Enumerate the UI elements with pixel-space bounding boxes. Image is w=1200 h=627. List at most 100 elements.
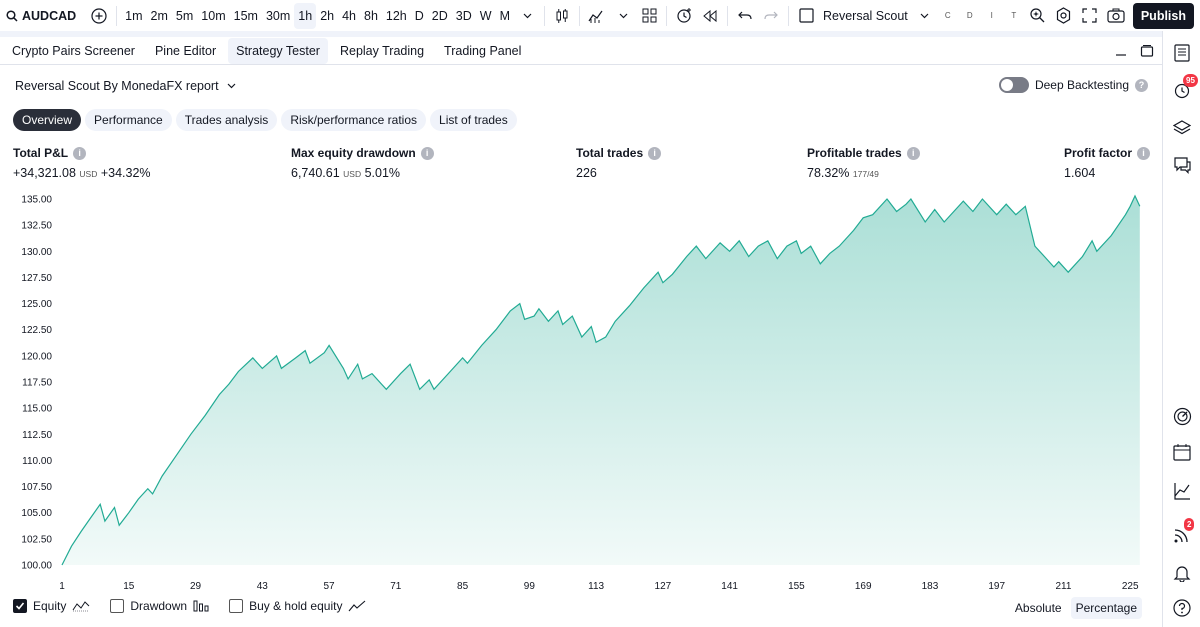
tab-crypto-pairs-screener[interactable]: Crypto Pairs Screener (4, 38, 143, 64)
interval-12h[interactable]: 12h (382, 3, 411, 29)
legend-buy-hold[interactable]: Buy & hold equity (229, 599, 366, 613)
interval-1m[interactable]: 1m (121, 3, 146, 29)
alert-button[interactable] (671, 3, 697, 29)
buy-hold-checkbox[interactable] (229, 599, 244, 613)
interval-dropdown[interactable] (514, 3, 540, 29)
indicator-name-dropdown[interactable] (912, 3, 938, 29)
equity-checkbox[interactable] (13, 599, 27, 613)
redo-button[interactable] (758, 3, 784, 29)
metric-pct: 5.01% (364, 166, 401, 180)
interval-10m[interactable]: 10m (197, 3, 229, 29)
indicators-button[interactable] (584, 3, 610, 29)
subtab-overview[interactable]: Overview (13, 109, 82, 131)
metric-total-trades: Total trades i 226 (576, 146, 662, 180)
alerts-button[interactable]: 95 (1171, 74, 1198, 101)
interval-2m[interactable]: 2m (147, 3, 172, 29)
info-icon[interactable]: i (420, 146, 434, 160)
tab-trading-panel[interactable]: Trading Panel (436, 38, 529, 64)
interval-4h[interactable]: 4h (338, 3, 360, 29)
ideas-button[interactable] (1171, 405, 1193, 427)
legend-equity[interactable]: Equity (13, 599, 90, 613)
layout-select-checkbox[interactable] (793, 3, 819, 29)
y-tick-label: 100.00 (21, 561, 52, 572)
interval-3d[interactable]: 3D (452, 3, 476, 29)
interval-2h[interactable]: 2h (316, 3, 338, 29)
top-toolbar: AUDCAD 1m 2m 5m 10m 15m 30m 1h 2h 4h 8h 12h D 2D 3D W M… (0, 0, 1200, 31)
info-icon[interactable]: i (1137, 146, 1151, 160)
tab-pine-editor[interactable]: Pine Editor (147, 38, 224, 64)
maximize-icon[interactable] (1140, 44, 1154, 58)
target-icon (1173, 407, 1191, 425)
interval-1h[interactable]: 1h (294, 2, 317, 29)
help-icon[interactable]: ? (1135, 78, 1148, 92)
metric-unit: USD (79, 169, 98, 179)
publish-button[interactable]: Publish (1132, 2, 1194, 29)
redo-icon (764, 11, 778, 19)
candles-button[interactable] (549, 3, 575, 29)
tab-strategy-tester[interactable]: Strategy Tester (228, 37, 328, 64)
calendar-button[interactable] (1171, 441, 1193, 463)
square-icon (798, 8, 814, 23)
layouts-button[interactable] (636, 3, 662, 29)
interval-30m[interactable]: 30m (262, 3, 294, 29)
interval-8h[interactable]: 8h (360, 3, 382, 29)
indicator-name[interactable]: Reversal Scout (819, 3, 912, 29)
info-icon[interactable]: i (906, 146, 920, 160)
help-button[interactable] (1171, 597, 1193, 619)
y-tick-label: 122.50 (21, 325, 52, 336)
tab-replay-trading[interactable]: Replay Trading (332, 38, 432, 64)
toolbar-divider (788, 5, 789, 26)
notifications-button[interactable] (1171, 562, 1193, 584)
report-title[interactable]: Reversal Scout By MonedaFX report (15, 79, 236, 93)
list-document-icon (1174, 44, 1190, 62)
subtab-trades-analysis[interactable]: Trades analysis (175, 109, 278, 131)
subtab-performance[interactable]: Performance (85, 109, 172, 131)
metric-label: Max equity drawdown (291, 146, 416, 160)
absolute-button[interactable]: Absolute (1010, 597, 1067, 619)
subtab-risk-performance-ratios[interactable]: Risk/performance ratios (281, 109, 427, 131)
indicators-dropdown[interactable] (610, 3, 636, 29)
interval-d[interactable]: D (411, 3, 428, 29)
metric-label: Total P&L (13, 146, 69, 160)
subtab-list-of-trades[interactable]: List of trades (430, 109, 517, 131)
undo-button[interactable] (732, 3, 758, 29)
alerts-badge: 95 (1183, 74, 1198, 87)
replay-button[interactable] (697, 3, 723, 29)
interval-15m[interactable]: 15m (230, 3, 262, 29)
interval-w[interactable]: W (476, 3, 496, 29)
metric-value: 1.604 (1064, 166, 1096, 180)
fullscreen-icon (1082, 8, 1097, 23)
indicator-toggle-d[interactable]: D (960, 6, 980, 26)
snapshot-button[interactable] (1103, 3, 1129, 29)
interval-2d[interactable]: 2D (428, 3, 452, 29)
info-icon[interactable]: i (73, 146, 87, 160)
fullscreen-button[interactable] (1077, 3, 1103, 29)
equity-area (62, 195, 1140, 565)
settings-button[interactable] (1051, 3, 1077, 29)
interval-m[interactable]: M (496, 3, 514, 29)
plus-circle-icon (91, 7, 107, 24)
compare-add-button[interactable] (86, 3, 112, 29)
data-window-button[interactable] (1171, 480, 1193, 502)
indicator-toggle-c[interactable]: C (938, 6, 958, 26)
chat-button[interactable] (1171, 154, 1193, 176)
x-tick-label: 71 (390, 581, 402, 592)
x-tick-label: 57 (323, 581, 335, 592)
percentage-button[interactable]: Percentage (1070, 597, 1142, 619)
watchlist-button[interactable] (1171, 42, 1193, 64)
minimize-icon[interactable] (1114, 44, 1128, 58)
quick-search-button[interactable] (1025, 3, 1051, 29)
interval-5m[interactable]: 5m (172, 3, 197, 29)
metric-value: 78.32% (807, 166, 850, 180)
deep-backtesting-toggle[interactable] (998, 77, 1029, 93)
streams-button[interactable]: 2 (1171, 518, 1195, 546)
symbol-label: AUDCAD (22, 8, 77, 23)
info-icon[interactable]: i (648, 146, 662, 160)
legend-drawdown[interactable]: Drawdown (110, 599, 209, 613)
object-tree-button[interactable] (1171, 117, 1193, 139)
y-tick-label: 125.00 (21, 299, 52, 310)
symbol-search[interactable]: AUDCAD (0, 9, 76, 23)
indicator-toggle-i[interactable]: I (982, 6, 1002, 26)
indicator-toggle-t[interactable]: T (1004, 6, 1024, 26)
drawdown-checkbox[interactable] (110, 599, 125, 613)
